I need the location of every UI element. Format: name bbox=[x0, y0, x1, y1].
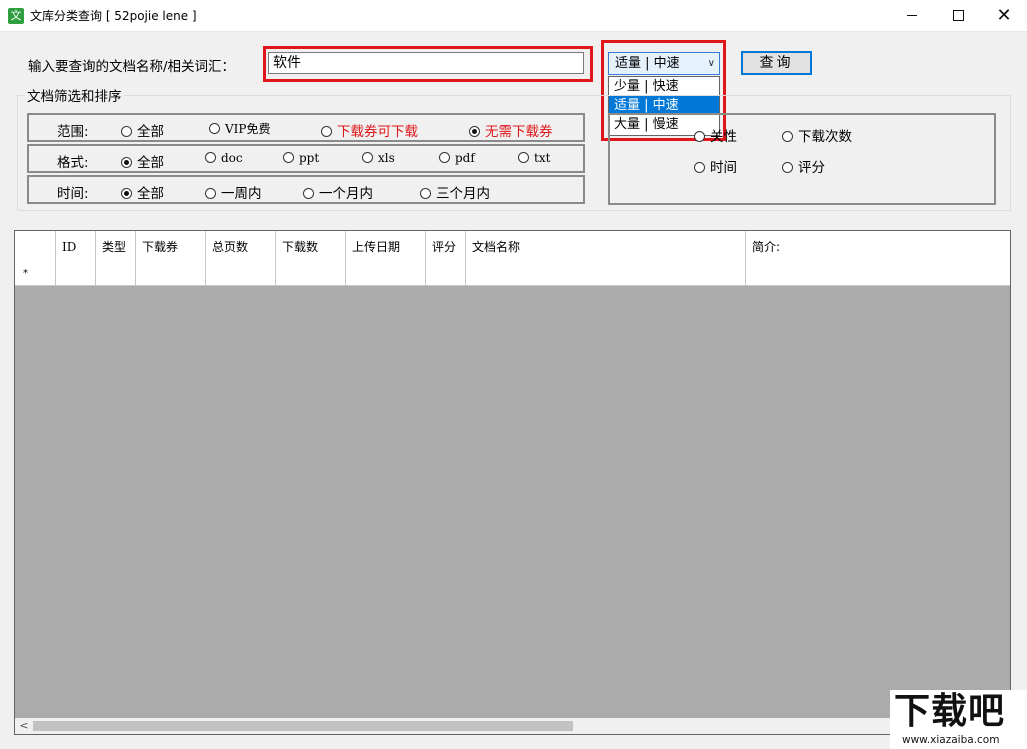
format-option-pdf[interactable]: pdf bbox=[439, 151, 475, 165]
watermark-url: www.xiazaiba.com bbox=[902, 734, 1000, 746]
sort-box: 关性 下载次数 时间 评分 bbox=[608, 113, 996, 205]
column-header-upload-date[interactable]: 上传日期 bbox=[346, 231, 426, 263]
window-title: 文库分类查询 [ 52pojie lene ] bbox=[30, 9, 197, 23]
column-header-type[interactable]: 类型 bbox=[96, 231, 136, 263]
horizontal-scrollbar[interactable]: < bbox=[15, 718, 1010, 734]
grid-header-row: ID 类型 下载券 总页数 下载数 上传日期 评分 文档名称 简介: bbox=[15, 231, 1010, 264]
format-option-ppt[interactable]: ppt bbox=[283, 151, 319, 165]
query-label: 输入要查询的文档名称/相关词汇： bbox=[28, 59, 236, 75]
scrollbar-thumb[interactable] bbox=[33, 721, 573, 731]
column-header-downloads[interactable]: 下载数 bbox=[276, 231, 346, 263]
column-header-summary[interactable]: 简介: bbox=[746, 231, 1010, 263]
table-cell[interactable] bbox=[206, 263, 276, 285]
time-option-three-months[interactable]: 三个月内 bbox=[420, 182, 490, 202]
radio-icon bbox=[694, 131, 705, 142]
radio-icon bbox=[121, 126, 132, 137]
radio-icon bbox=[205, 152, 216, 163]
search-button[interactable]: 查询 bbox=[741, 51, 812, 75]
filter-row-format: 格式: 全部 doc ppt xls pdf txt bbox=[27, 144, 585, 173]
radio-icon bbox=[439, 152, 450, 163]
close-icon: ✕ bbox=[996, 5, 1012, 26]
time-option-all[interactable]: 全部 bbox=[121, 182, 164, 202]
radio-checked-icon bbox=[121, 157, 132, 168]
table-row-new[interactable]: * bbox=[15, 263, 1010, 286]
format-option-txt[interactable]: txt bbox=[518, 151, 550, 165]
sort-option-downloads[interactable]: 下载次数 bbox=[782, 125, 852, 145]
sort-option-time[interactable]: 时间 bbox=[694, 156, 737, 176]
filter-row-time: 时间: 全部 一周内 一个月内 三个月内 bbox=[27, 175, 585, 204]
radio-icon bbox=[782, 162, 793, 173]
table-cell[interactable] bbox=[136, 263, 206, 285]
filter-row-range: 范围: 全部 VIP免费 下载券可下载 无需下载券 bbox=[27, 113, 585, 142]
column-header-id[interactable]: ID bbox=[56, 231, 96, 263]
minimize-icon bbox=[907, 14, 917, 16]
format-option-all[interactable]: 全部 bbox=[121, 151, 164, 171]
results-grid[interactable]: ID 类型 下载券 总页数 下载数 上传日期 评分 文档名称 简介: * < bbox=[14, 230, 1011, 735]
column-header-doc-name[interactable]: 文档名称 bbox=[466, 231, 746, 263]
time-label: 时间: bbox=[57, 186, 89, 202]
format-option-doc[interactable]: doc bbox=[205, 151, 243, 165]
minimize-button[interactable] bbox=[889, 0, 935, 31]
table-cell[interactable] bbox=[746, 263, 1010, 285]
close-button[interactable]: ✕ bbox=[981, 0, 1027, 31]
table-cell[interactable] bbox=[426, 263, 466, 285]
table-cell[interactable] bbox=[276, 263, 346, 285]
radio-icon bbox=[694, 162, 705, 173]
range-option-vip-free[interactable]: VIP免费 bbox=[209, 120, 270, 137]
range-label: 范围: bbox=[57, 124, 89, 140]
column-header-pages[interactable]: 总页数 bbox=[206, 231, 276, 263]
range-option-all[interactable]: 全部 bbox=[121, 120, 164, 140]
app-window: 文 文库分类查询 [ 52pojie lene ] ✕ 输入要查询的文档名称/相… bbox=[0, 0, 1027, 749]
title-bar[interactable]: 文 文库分类查询 [ 52pojie lene ] ✕ bbox=[0, 0, 1027, 32]
maximize-icon bbox=[952, 9, 964, 21]
table-cell[interactable] bbox=[346, 263, 426, 285]
app-icon: 文 bbox=[8, 8, 24, 24]
table-cell[interactable] bbox=[96, 263, 136, 285]
radio-checked-icon bbox=[121, 188, 132, 199]
filter-group-title: 文档筛选和排序 bbox=[25, 85, 124, 105]
radio-icon bbox=[321, 126, 332, 137]
table-cell[interactable] bbox=[466, 263, 746, 285]
range-option-no-coupon[interactable]: 无需下载券 bbox=[469, 120, 553, 140]
range-option-coupon[interactable]: 下载券可下载 bbox=[321, 120, 418, 140]
input-highlight-box bbox=[263, 46, 593, 82]
radio-icon bbox=[303, 188, 314, 199]
watermark-text: 下载吧 bbox=[894, 691, 1006, 732]
radio-checked-icon bbox=[469, 126, 480, 137]
radio-icon bbox=[518, 152, 529, 163]
time-option-month[interactable]: 一个月内 bbox=[303, 182, 373, 202]
radio-icon bbox=[283, 152, 294, 163]
format-label: 格式: bbox=[57, 155, 89, 171]
column-header-rating[interactable]: 评分 bbox=[426, 231, 466, 263]
grid-rowhead-header bbox=[15, 231, 56, 263]
maximize-button[interactable] bbox=[935, 0, 981, 31]
radio-icon bbox=[782, 131, 793, 142]
radio-icon bbox=[209, 123, 220, 134]
radio-icon bbox=[362, 152, 373, 163]
sort-option-relevance[interactable]: 关性 bbox=[694, 125, 737, 145]
watermark-logo: 下载吧 www.xiazaiba.com bbox=[890, 690, 1027, 749]
new-row-marker: * bbox=[15, 263, 56, 285]
column-header-coupon[interactable]: 下载券 bbox=[136, 231, 206, 263]
scroll-left-icon[interactable]: < bbox=[17, 718, 31, 734]
radio-icon bbox=[205, 188, 216, 199]
radio-icon bbox=[420, 188, 431, 199]
time-option-week[interactable]: 一周内 bbox=[205, 182, 262, 202]
format-option-xls[interactable]: xls bbox=[362, 151, 395, 165]
sort-option-rating[interactable]: 评分 bbox=[782, 156, 825, 176]
table-cell[interactable] bbox=[56, 263, 96, 285]
